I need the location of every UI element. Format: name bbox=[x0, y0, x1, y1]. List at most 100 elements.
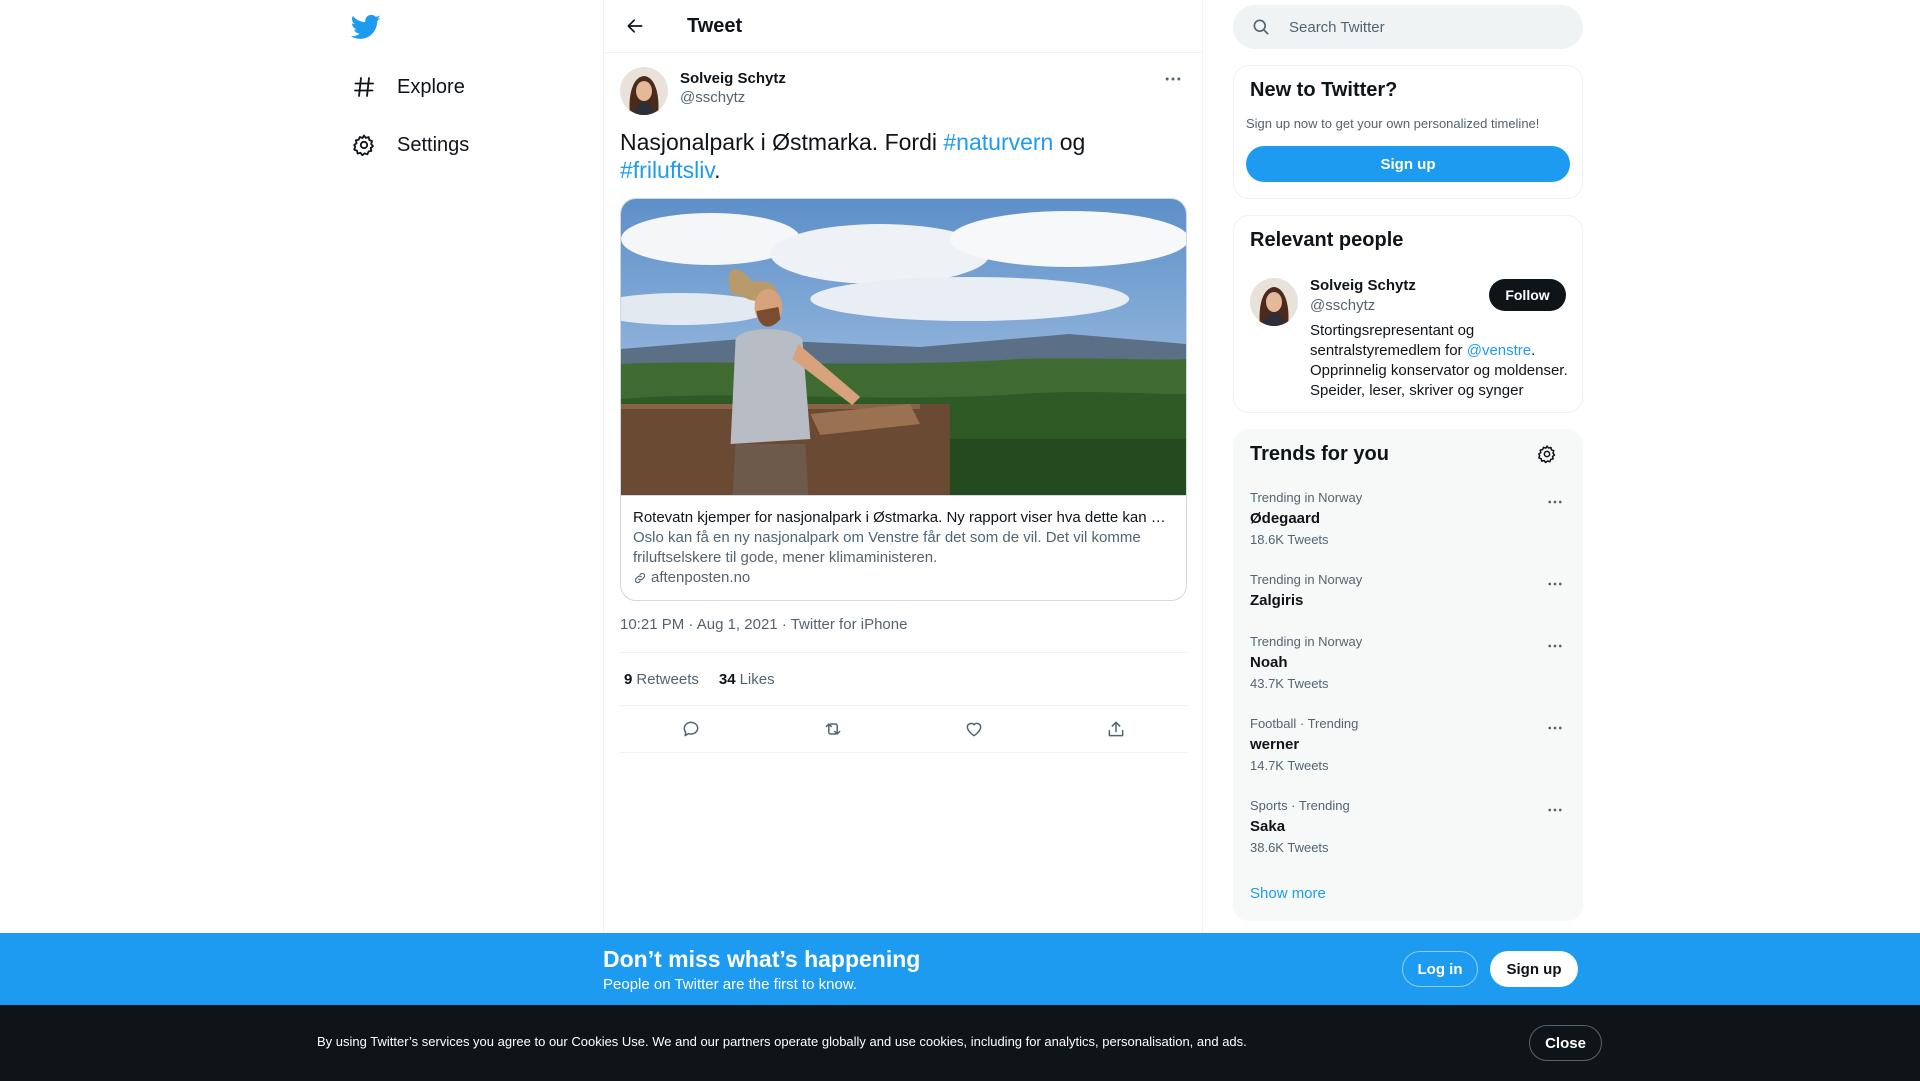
card-image bbox=[621, 199, 1186, 495]
new-to-twitter-panel: New to Twitter? Sign up now to get your … bbox=[1233, 65, 1583, 199]
link-card[interactable]: Rotevatn kjemper for nasjonalpark i Østm… bbox=[620, 198, 1187, 601]
nav-settings[interactable]: Settings bbox=[351, 125, 469, 165]
trend-item[interactable]: Sports · Trending Saka 38.6K Tweets bbox=[1234, 798, 1582, 856]
tweet-metadata: 10:21 PM · Aug 1, 2021 · Twitter for iPh… bbox=[620, 616, 907, 633]
cookie-bar: By using Twitter’s services you agree to… bbox=[0, 1005, 1920, 1081]
nav-explore-label: Explore bbox=[397, 75, 465, 98]
tweet-date[interactable]: Aug 1, 2021 bbox=[697, 616, 778, 633]
person-handle[interactable]: @sschytz bbox=[1310, 297, 1375, 314]
more-options-icon[interactable] bbox=[1540, 716, 1570, 740]
banner-signup-button[interactable]: Sign up bbox=[1490, 951, 1578, 987]
tweet-text-part: . bbox=[714, 157, 721, 183]
twitter-logo-icon[interactable] bbox=[350, 12, 381, 42]
search-icon bbox=[1253, 19, 1269, 35]
trend-name: Noah bbox=[1250, 654, 1288, 671]
more-options-icon[interactable] bbox=[1158, 67, 1188, 91]
tweet-stats: 9 Retweets 34 Likes bbox=[620, 652, 1187, 706]
gear-icon bbox=[351, 132, 377, 158]
card-body: Rotevatn kjemper for nasjonalpark i Østm… bbox=[621, 495, 1186, 588]
relevant-people-panel: Relevant people Solveig Schytz @sschytz … bbox=[1233, 215, 1583, 413]
more-options-icon[interactable] bbox=[1540, 634, 1570, 658]
card-domain-text: aftenposten.no bbox=[651, 569, 751, 586]
separator-dot: · bbox=[688, 616, 697, 633]
tweet-text: Nasjonalpark i Østmarka. Fordi #naturver… bbox=[620, 128, 1180, 184]
trend-item[interactable]: Trending in Norway Noah 43.7K Tweets bbox=[1234, 634, 1582, 692]
follow-button[interactable]: Follow bbox=[1489, 279, 1566, 311]
show-more-link[interactable]: Show more bbox=[1250, 885, 1326, 902]
new-to-twitter-title: New to Twitter? bbox=[1250, 79, 1398, 101]
reply-icon[interactable] bbox=[673, 711, 709, 747]
relevant-people-title: Relevant people bbox=[1250, 229, 1404, 251]
page-title: Tweet bbox=[687, 14, 743, 37]
main-column: Tweet Solveig Schytz @sschytz Nasjonalpa… bbox=[603, 0, 1203, 933]
trends-panel: Trends for you Trending in Norway Ødegaa… bbox=[1233, 429, 1583, 921]
person-name[interactable]: Solveig Schytz bbox=[1310, 277, 1416, 294]
trend-item[interactable]: Trending in Norway Zalgiris bbox=[1234, 572, 1582, 611]
tweet-time[interactable]: 10:21 PM bbox=[620, 616, 684, 633]
more-options-icon[interactable] bbox=[1540, 798, 1570, 822]
card-title: Rotevatn kjemper for nasjonalpark i Østm… bbox=[633, 509, 1174, 526]
retweet-icon[interactable] bbox=[815, 711, 851, 747]
banner-subtitle: People on Twitter are the first to know. bbox=[603, 976, 858, 993]
trend-item[interactable]: Trending in Norway Ødegaard 18.6K Tweets bbox=[1234, 490, 1582, 548]
cookie-close-button[interactable]: Close bbox=[1529, 1025, 1602, 1061]
trend-item[interactable]: Football · Trending werner 14.7K Tweets bbox=[1234, 716, 1582, 774]
trend-name: Zalgiris bbox=[1250, 592, 1304, 609]
trend-count: 43.7K Tweets bbox=[1250, 676, 1329, 691]
tweet-source[interactable]: Twitter for iPhone bbox=[791, 616, 908, 633]
tweet-author[interactable]: Solveig Schytz @sschytz bbox=[620, 67, 786, 115]
like-icon[interactable] bbox=[956, 711, 992, 747]
retweets-number: 9 bbox=[624, 670, 633, 688]
trend-context: Trending in Norway bbox=[1250, 634, 1363, 649]
tweet-text-part: Nasjonalpark i Østmarka. Fordi bbox=[620, 129, 944, 155]
cookie-text: By using Twitter’s services you agree to… bbox=[317, 1034, 1247, 1049]
card-domain: aftenposten.no bbox=[633, 568, 1174, 588]
trend-count: 14.7K Tweets bbox=[1250, 758, 1329, 773]
search-box[interactable] bbox=[1233, 5, 1583, 49]
trend-context: Trending in Norway bbox=[1250, 490, 1363, 505]
author-name[interactable]: Solveig Schytz bbox=[680, 70, 786, 87]
more-options-icon[interactable] bbox=[1540, 572, 1570, 596]
retweets-label: Retweets bbox=[636, 670, 699, 688]
trend-context: Trending in Norway bbox=[1250, 572, 1363, 587]
trend-count: 38.6K Tweets bbox=[1250, 840, 1329, 855]
hashtag-link[interactable]: #naturvern bbox=[943, 129, 1053, 155]
hashtag-link[interactable]: #friluftsliv bbox=[620, 157, 714, 183]
back-arrow-icon[interactable] bbox=[617, 8, 653, 44]
trends-title: Trends for you bbox=[1250, 443, 1389, 465]
tweet-text-part: og bbox=[1053, 129, 1086, 155]
main-header: Tweet bbox=[604, 0, 1202, 53]
login-button[interactable]: Log in bbox=[1402, 951, 1478, 987]
likes-count[interactable]: 34 Likes bbox=[719, 671, 775, 688]
more-options-icon[interactable] bbox=[1540, 490, 1570, 514]
retweets-count[interactable]: 9 Retweets bbox=[624, 671, 699, 688]
nav-settings-label: Settings bbox=[397, 133, 470, 156]
avatar[interactable] bbox=[620, 67, 668, 115]
new-to-twitter-subtitle: Sign up now to get your own personalized… bbox=[1246, 116, 1540, 131]
trend-context: Sports · Trending bbox=[1250, 798, 1350, 813]
banner-title: Don’t miss what’s happening bbox=[603, 946, 921, 972]
trend-context: Football · Trending bbox=[1250, 716, 1359, 731]
share-icon[interactable] bbox=[1098, 711, 1134, 747]
separator-dot: · bbox=[781, 616, 791, 633]
person-bio: Stortingsrepresentant og sentralstyremed… bbox=[1310, 321, 1572, 401]
likes-label: Likes bbox=[739, 670, 775, 688]
bio-text: Stortingsrepresentant og sentralstyremed… bbox=[1310, 322, 1475, 359]
link-icon bbox=[634, 572, 646, 584]
author-handle[interactable]: @sschytz bbox=[680, 89, 786, 106]
likes-number: 34 bbox=[718, 670, 736, 688]
avatar[interactable] bbox=[1250, 278, 1298, 326]
gear-icon[interactable] bbox=[1537, 444, 1561, 468]
trend-name: Ødegaard bbox=[1250, 510, 1321, 527]
nav-explore[interactable]: Explore bbox=[351, 67, 465, 107]
author-text: Solveig Schytz @sschytz bbox=[680, 67, 786, 115]
mention-link[interactable]: @venstre bbox=[1467, 342, 1531, 359]
hashtag-icon bbox=[351, 74, 377, 100]
signup-banner: Don’t miss what’s happening People on Tw… bbox=[0, 933, 1920, 1005]
card-description: Oslo kan få en ny nasjonalpark om Venstr… bbox=[633, 529, 1141, 566]
sidebar-signup-button[interactable]: Sign up bbox=[1246, 146, 1570, 182]
trend-name: Saka bbox=[1250, 818, 1286, 835]
search-input[interactable] bbox=[1289, 18, 1549, 36]
trend-count: 18.6K Tweets bbox=[1250, 532, 1329, 547]
trend-name: werner bbox=[1250, 736, 1300, 753]
